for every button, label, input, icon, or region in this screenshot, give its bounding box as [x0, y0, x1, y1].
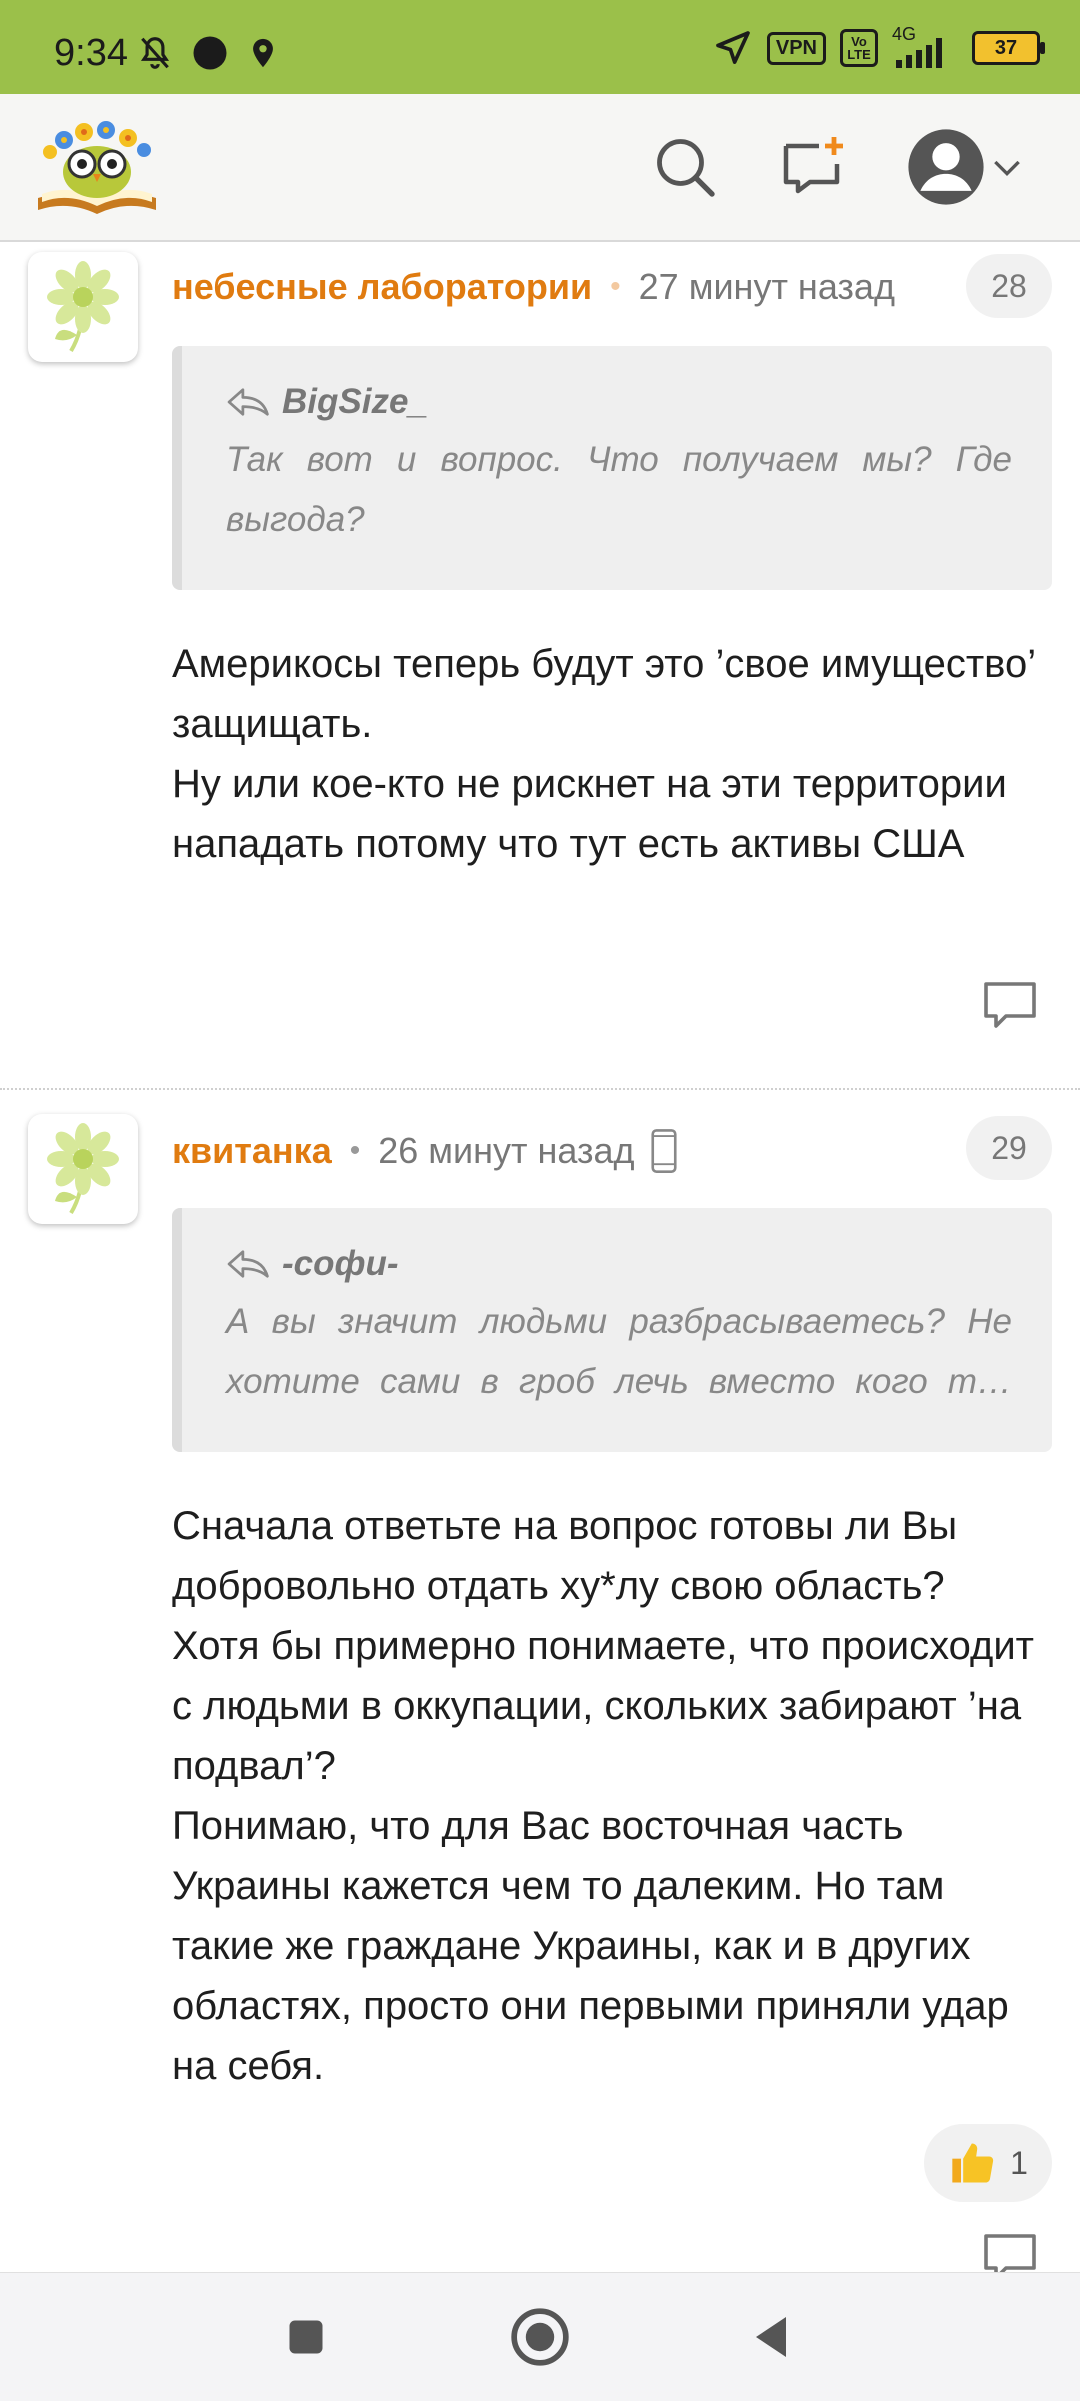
user-avatar[interactable]: [28, 1114, 138, 1224]
comment-meta: квитанка • 26 минут назад: [172, 1126, 679, 1176]
comment-time: 26 минут назад: [378, 1130, 635, 1171]
back-triangle-icon: [756, 2317, 786, 2357]
quote-author: -софи-: [282, 1244, 399, 1283]
flower-avatar-icon: [47, 261, 119, 353]
quote-text: Так вот и вопрос. Что получаем мы? Где в…: [226, 440, 1012, 539]
like-button[interactable]: 1: [924, 2124, 1052, 2202]
quoted-message[interactable]: -софи- А вы значит людьми разбрасываетес…: [172, 1208, 1052, 1452]
comment-body: Сначала ответьте на вопрос готовы ли Вы …: [172, 1504, 1034, 2088]
comment-time: 27 минут назад: [638, 266, 895, 307]
home-button[interactable]: [504, 2301, 576, 2373]
comment-meta: небесные лаборатории • 27 минут назад: [172, 262, 895, 312]
back-button[interactable]: [736, 2301, 808, 2373]
comment-number[interactable]: 29: [966, 1116, 1052, 1180]
comment-number[interactable]: 28: [966, 254, 1052, 318]
quoted-message[interactable]: BigSize_ Так вот и вопрос. Что получаем …: [172, 346, 1052, 590]
thumbs-up-icon: [952, 2143, 994, 2183]
meta-separator: •: [610, 270, 621, 303]
comment-body: Америкосы теперь будут это ’свое имущест…: [172, 642, 1035, 866]
user-avatar[interactable]: [28, 252, 138, 362]
reply-arrow-icon: [227, 388, 269, 416]
comment-item: квитанка • 26 минут назад 29 -софи- А вы…: [0, 1090, 1080, 2280]
quote-text: А вы значит людьми разбрасываетесь? Не х…: [226, 1302, 1012, 1401]
square-icon: [289, 2320, 323, 2354]
reply-comment-icon[interactable]: [980, 978, 1040, 1034]
recent-apps-button[interactable]: [270, 2301, 342, 2373]
reply-arrow-icon: [227, 1250, 269, 1278]
flower-avatar-icon: [47, 1123, 119, 1215]
like-count: 1: [1010, 2144, 1028, 2181]
comment-author[interactable]: небесные лаборатории: [172, 266, 592, 308]
meta-separator: •: [349, 1134, 361, 1167]
system-navigation-bar: [0, 2272, 1080, 2401]
comment-author[interactable]: квитанка: [172, 1130, 332, 1172]
quote-author: BigSize_: [282, 382, 428, 421]
mobile-device-icon: [650, 1129, 677, 1173]
comment-item: небесные лаборатории • 27 минут назад 28…: [0, 0, 1080, 1090]
home-circle-icon: [511, 2308, 569, 2366]
